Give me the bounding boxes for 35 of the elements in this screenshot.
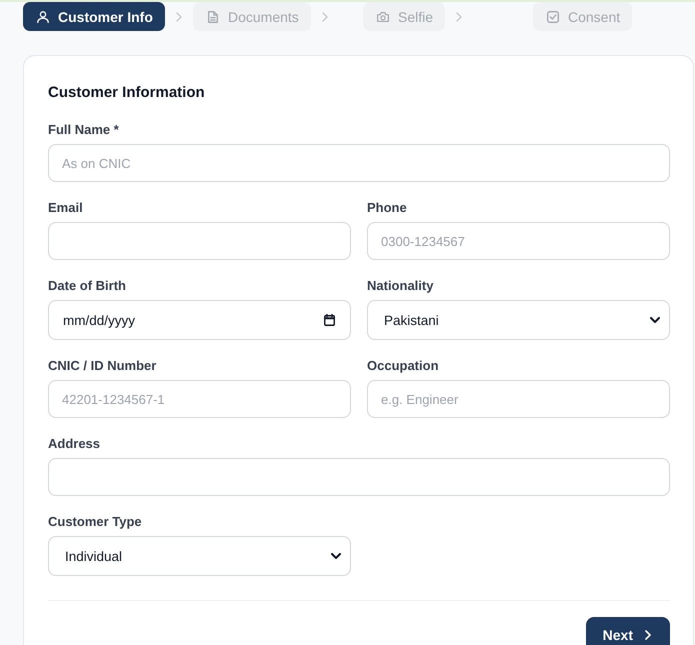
input-field[interactable]: 42201-1234567-1 bbox=[48, 380, 351, 418]
field-label: Email bbox=[48, 199, 84, 217]
chevron-right-icon bbox=[176, 12, 182, 22]
field-label: Address bbox=[48, 435, 102, 453]
input-field[interactable]: As on CNIC bbox=[48, 144, 670, 182]
input-field[interactable] bbox=[48, 458, 670, 496]
step-tab[interactable]: Customer Info bbox=[23, 2, 165, 31]
date-field[interactable]: mm/dd/yyyy bbox=[48, 300, 351, 340]
next-button[interactable]: Next bbox=[586, 617, 670, 645]
step-tab[interactable]: Selfie bbox=[363, 2, 446, 31]
field-label: Nationality bbox=[367, 277, 434, 295]
chevron-right-icon bbox=[322, 12, 328, 22]
field-label: Phone bbox=[367, 199, 408, 217]
field-label: CNIC / ID Number bbox=[48, 357, 158, 375]
step-tab[interactable]: Documents bbox=[193, 2, 311, 31]
input-field[interactable] bbox=[48, 222, 351, 260]
field-label: Occupation bbox=[367, 357, 440, 375]
document-icon bbox=[207, 10, 219, 22]
chevron-right-icon bbox=[645, 630, 651, 640]
field-label: Date of Birth bbox=[48, 277, 127, 295]
input-field[interactable]: e.g. Engineer bbox=[367, 380, 670, 418]
calendar-icon bbox=[324, 314, 335, 326]
select-field[interactable]: Pakistani bbox=[367, 300, 670, 340]
step-tab[interactable]: Consent bbox=[533, 2, 632, 31]
select-field[interactable]: Individual bbox=[48, 536, 351, 576]
chevron-down-icon bbox=[331, 553, 341, 559]
form-title: Customer Information bbox=[48, 83, 206, 103]
field-label: Full Name * bbox=[48, 121, 120, 139]
chevron-down-icon bbox=[650, 317, 660, 323]
input-field[interactable]: 0300-1234567 bbox=[367, 222, 670, 260]
chevron-right-icon bbox=[456, 12, 462, 22]
camera-icon bbox=[377, 10, 389, 22]
checkbox-icon bbox=[547, 10, 559, 22]
person-icon bbox=[37, 10, 49, 22]
field-label: Customer Type bbox=[48, 513, 143, 531]
